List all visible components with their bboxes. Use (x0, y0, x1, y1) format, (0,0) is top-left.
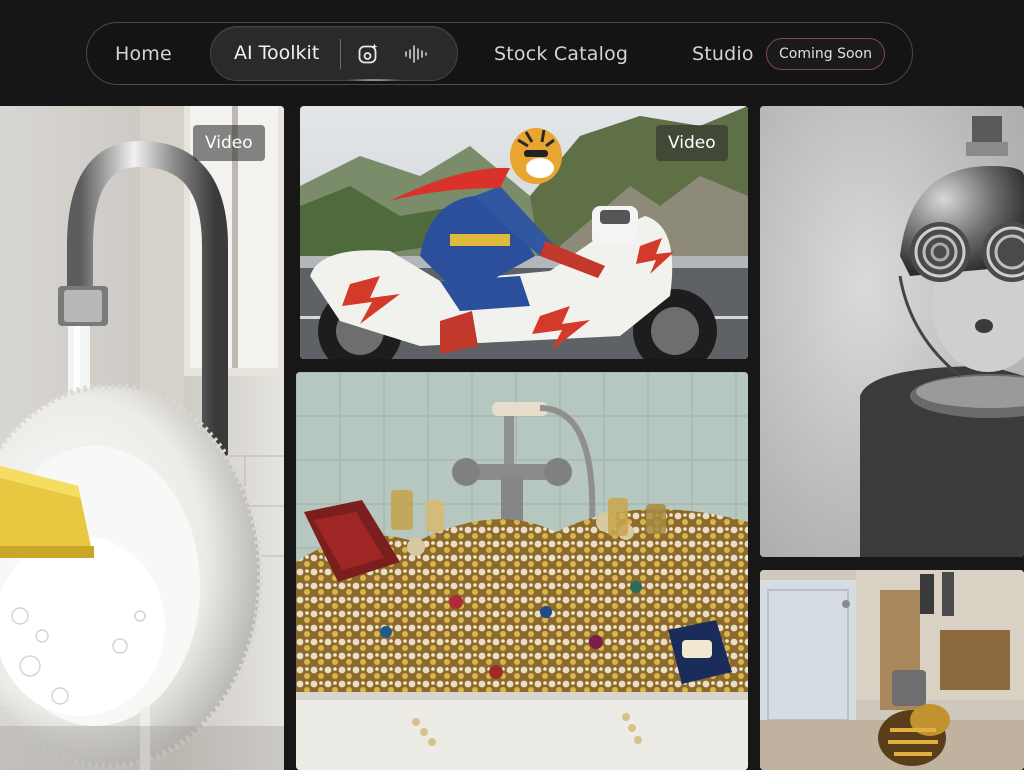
video-tag: Video (193, 125, 265, 161)
nav-stock-catalog[interactable]: Stock Catalog (494, 44, 628, 64)
nav-ai-toolkit[interactable]: AI Toolkit (210, 26, 458, 81)
gallery-tile-motorcycle[interactable]: Video (300, 106, 748, 359)
gallery-tile-jewelry-tub[interactable] (296, 372, 748, 770)
ai-toolkit-label[interactable]: AI Toolkit (234, 43, 319, 63)
audio-wave-icon[interactable] (403, 41, 429, 67)
main-navigation: Home AI Toolkit Stock Catalog Studio Com… (86, 22, 913, 85)
toolkit-divider (340, 39, 341, 69)
gallery-tile-room-bee[interactable] (760, 570, 1024, 770)
gallery-tile-faucet[interactable]: Video (0, 106, 284, 770)
gallery-tile-helmet-kid[interactable] (760, 106, 1024, 557)
toolkit-active-glow (344, 79, 404, 81)
video-tag: Video (656, 125, 728, 161)
nav-studio[interactable]: Studio (692, 44, 754, 64)
coming-soon-badge: Coming Soon (766, 38, 885, 70)
sparkle-image-icon[interactable] (355, 41, 381, 67)
nav-home[interactable]: Home (115, 44, 172, 64)
